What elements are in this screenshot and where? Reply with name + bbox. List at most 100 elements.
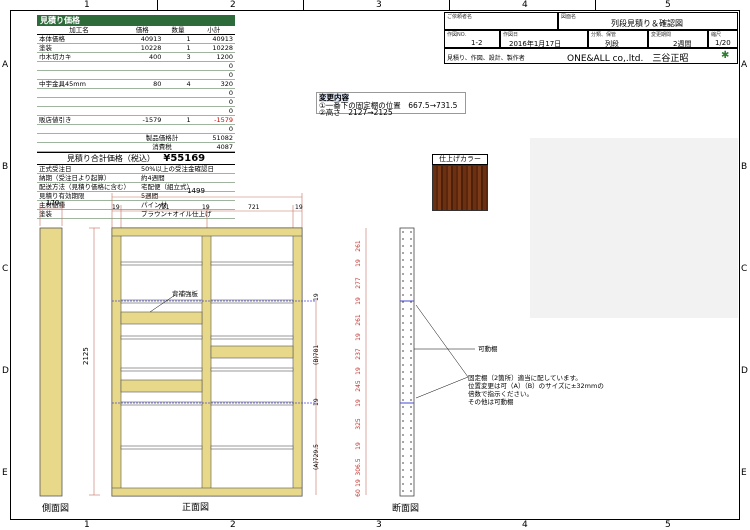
shelf-pin-hole (410, 273, 412, 275)
shelf-pin-hole (410, 322, 412, 324)
shelf-pin-hole (402, 238, 404, 240)
shelf-pin-hole (410, 266, 412, 268)
section-dimensions: 261 19 277 19 261 19 237 19 245 19 325 19 306.5 19 60 (355, 240, 362, 497)
shelf-pin-hole (402, 399, 404, 401)
section-dim: 325 (355, 418, 362, 430)
width-dim: 721 (248, 204, 260, 211)
shelf-pin-hole (402, 392, 404, 394)
shelf-pin-hole (410, 378, 412, 380)
shelf-pin-hole (410, 371, 412, 373)
shelf-pin-hole (410, 490, 412, 492)
shelf-pin-hole (402, 371, 404, 373)
shelf-pin-hole (410, 238, 412, 240)
front-view (111, 227, 316, 497)
shelf-pin-hole (402, 476, 404, 478)
width-dim: 19 (112, 204, 120, 211)
shelf-pin-hole (402, 231, 404, 233)
fixed-note-1: 固定棚（2箇所）適当に配しています。 (468, 373, 582, 382)
shelf-pin-hole (410, 420, 412, 422)
shelf-pin-hole (402, 315, 404, 317)
section-dim: 245 (355, 380, 362, 392)
shelf-pin-hole (410, 448, 412, 450)
shelf-pin-hole (410, 252, 412, 254)
shelf-pin-hole (402, 462, 404, 464)
shelf-pin-hole (402, 434, 404, 436)
shelf-pin-hole (402, 420, 404, 422)
width-dim: 19 (295, 204, 303, 211)
shelf-pin-hole (402, 252, 404, 254)
front-view-caption: 正面図 (182, 503, 210, 513)
height-dim: 2125 (82, 347, 90, 365)
shelf-pin-hole (410, 406, 412, 408)
shelf-pin-hole (402, 350, 404, 352)
movable-shelf-label: 可動棚 (478, 344, 498, 353)
total-width-dim: 1499 (187, 187, 205, 195)
shelf-pin-hole (402, 413, 404, 415)
shelf-pin-hole (410, 455, 412, 457)
section-dim: 277 (355, 277, 362, 289)
shelf-pin-hole (410, 231, 412, 233)
shelf-pin-hole (410, 434, 412, 436)
section-dim: 261 (355, 240, 362, 252)
section-view (399, 227, 475, 497)
fixed-note-3: 倍数で指示ください。 (468, 389, 533, 398)
section-dim: 19 (355, 333, 362, 341)
shelf-pin-hole (402, 322, 404, 324)
section-dim: 19 (355, 399, 362, 407)
shelf-pin-hole (402, 245, 404, 247)
shelf-pin-hole (402, 378, 404, 380)
shelf-pin-hole (410, 245, 412, 247)
side-width-dim: 170 (46, 199, 59, 207)
dim-a: (A)729.5 (313, 444, 320, 470)
shelf-pin-hole (402, 329, 404, 331)
shelf-pin-hole (402, 336, 404, 338)
shelf-pin-hole (402, 427, 404, 429)
back-label: 背補強板 (172, 289, 199, 298)
section-view-caption: 断面図 (392, 504, 420, 514)
section-dim: 19 (355, 367, 362, 375)
shelf-pin-hole (402, 280, 404, 282)
shelf-pin-hole (410, 427, 412, 429)
section-dim: 19 (355, 442, 362, 450)
dim-19: 19 (313, 293, 320, 301)
shelf-pin-hole (402, 364, 404, 366)
shelf-pin-hole (410, 462, 412, 464)
fixed-note-4: その他は可動棚 (468, 397, 514, 406)
section-dim: 60 (355, 489, 362, 497)
shelf-pin-hole (410, 350, 412, 352)
shelf-pin-hole (402, 308, 404, 310)
shelf-pin-hole (410, 364, 412, 366)
shelf-pin-hole (410, 280, 412, 282)
shelf-drawings: 1499 170 19 721 19 721 19 2125 背補強板 19 (… (39, 187, 604, 497)
shelf-pin-hole (410, 336, 412, 338)
width-dim: 721 (158, 204, 170, 211)
width-dim: 19 (202, 204, 210, 211)
side-panel (39, 227, 63, 497)
shelf-pin-hole (410, 287, 412, 289)
fixed-note-2: 位置変更は可（A）（B）のサイズに±32mmの (468, 381, 604, 390)
shelf-pin-hole (402, 294, 404, 296)
shelf-pin-hole (410, 399, 412, 401)
shelf-pin-hole (402, 273, 404, 275)
shelf-pin-hole (410, 343, 412, 345)
shelf-pin-hole (410, 483, 412, 485)
shelf-pin-hole (410, 259, 412, 261)
shelf-pin-hole (402, 357, 404, 359)
shelf-pin-hole (402, 385, 404, 387)
section-dim: 19 (355, 297, 362, 305)
shelf-pin-hole (410, 392, 412, 394)
shelf-pin-hole (402, 455, 404, 457)
shelf-pin-hole (402, 441, 404, 443)
shelf-pin-hole (410, 308, 412, 310)
shelf-pin-hole (402, 266, 404, 268)
shelf-pin-hole (410, 357, 412, 359)
shelf-pin-hole (402, 259, 404, 261)
shelf-pin-hole (410, 385, 412, 387)
section-dim: 261 (355, 314, 362, 326)
shelf-pin-hole (402, 406, 404, 408)
shelf-pin-hole (410, 315, 412, 317)
section-dim: 306.5 (355, 458, 362, 475)
section-dim: 237 (355, 348, 362, 360)
shelf-pin-hole (402, 287, 404, 289)
shelf-pin-hole (402, 448, 404, 450)
